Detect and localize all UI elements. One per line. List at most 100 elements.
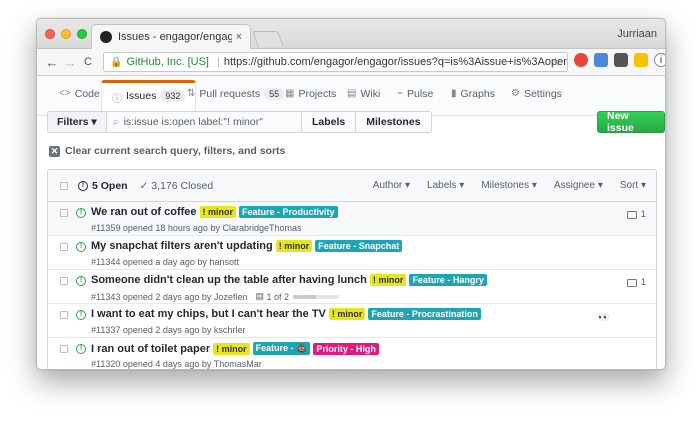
clear-filters-link[interactable]: ✕ Clear current search query, filters, a…	[49, 145, 285, 157]
issue-label[interactable]: ! minor	[369, 274, 407, 286]
tab-graphs[interactable]: ▮ Graphs	[451, 88, 495, 116]
open-issue-icon: !	[76, 344, 86, 354]
issue-title[interactable]: We ran out of coffee	[91, 206, 197, 218]
checklist-icon: ▤	[255, 291, 267, 301]
reload-button[interactable]: C	[79, 56, 97, 68]
browser-tab[interactable]: Issues - engagor/engagor ×	[91, 24, 251, 49]
issue-row[interactable]: ! We ran out of coffee ! minor Feature -…	[48, 202, 656, 236]
info-extension-icon[interactable]: i	[654, 53, 665, 67]
open-issue-icon: !	[76, 242, 86, 252]
issue-label[interactable]: ! minor	[275, 240, 313, 252]
sort-filters: Author ▾ Labels ▾ Milestones ▾ Assignee …	[373, 180, 646, 191]
author-filter[interactable]: Author ▾	[373, 180, 410, 191]
window-controls	[45, 29, 87, 39]
issue-meta: #11337 opened 2 days ago by kschrler	[91, 325, 246, 335]
close-icon: ✕	[49, 145, 60, 157]
labels-button[interactable]: Labels	[301, 111, 357, 133]
browser-window: Issues - engagor/engagor × Jurriaan ← → …	[36, 18, 666, 370]
issue-checkbox[interactable]	[60, 345, 68, 353]
gear-icon: ⚙	[511, 88, 520, 99]
issue-row[interactable]: ! I want to eat my chips, but I can't he…	[48, 304, 656, 338]
pulse-icon: ⌁	[397, 88, 404, 99]
new-issue-button[interactable]: New issue	[597, 110, 665, 134]
extension-icons: i ⋮	[574, 53, 665, 67]
issue-icon: ⓘ	[112, 94, 122, 105]
new-tab-button[interactable]	[252, 31, 284, 47]
issue-label[interactable]: ! minor	[199, 206, 237, 218]
sort-filter[interactable]: Sort ▾	[620, 180, 646, 191]
issue-checkbox[interactable]	[60, 277, 68, 285]
issue-row[interactable]: ! I ran out of toilet paper ! minor Feat…	[48, 338, 656, 369]
url-text: https://github.com/engagor/engagor/issue…	[223, 56, 567, 68]
issue-checkbox[interactable]	[60, 243, 68, 251]
bookmark-star-icon[interactable]: ☆	[550, 55, 561, 69]
issue-label[interactable]: Feature - Hangry	[409, 274, 487, 286]
open-issue-icon: !	[76, 310, 86, 320]
progress-bar	[293, 294, 340, 299]
issue-row[interactable]: ! My snapchat filters aren't updating ! …	[48, 236, 656, 270]
maximize-window-button[interactable]	[77, 29, 87, 39]
comments-link[interactable]: 1	[626, 209, 646, 220]
issue-title[interactable]: Someone didn't clean up the table after …	[91, 274, 367, 286]
issue-label[interactable]: Feature - Procrastination	[368, 308, 481, 320]
progress-fill	[293, 294, 317, 299]
profile-name[interactable]: Jurriaan	[617, 28, 657, 40]
close-window-button[interactable]	[45, 29, 55, 39]
issue-row[interactable]: ! Someone didn't clean up the table afte…	[48, 270, 656, 304]
milestones-button[interactable]: Milestones	[356, 111, 432, 133]
task-progress: ▤ 1 of 2	[255, 291, 340, 302]
assignee-filter[interactable]: Assignee ▾	[554, 180, 603, 191]
back-button[interactable]: ←	[43, 55, 61, 70]
address-bar[interactable]: 🔒 GitHub, Inc. [US] | https://github.com…	[103, 52, 568, 72]
tab-strip: Issues - engagor/engagor × Jurriaan	[37, 19, 665, 49]
open-issues-link[interactable]: ! 5 Open	[78, 180, 128, 192]
book-icon: ▤	[347, 88, 357, 99]
issue-label[interactable]: Priority - High	[313, 342, 379, 355]
repo-nav: <> Code ⓘ Issues 932 ⇅ Pull requests 55 …	[37, 76, 665, 117]
assignee-avatar[interactable]: 👀	[598, 311, 610, 323]
tab-title: Issues - engagor/engagor	[118, 31, 232, 43]
issue-title[interactable]: I want to eat my chips, but I can't hear…	[91, 308, 326, 320]
code-icon: <>	[59, 88, 71, 99]
close-tab-icon[interactable]: ×	[236, 31, 242, 43]
open-issue-icon: !	[76, 208, 86, 218]
comments-link[interactable]: 1	[626, 277, 646, 288]
closed-issues-link[interactable]: ✓ 3,176 Closed	[140, 180, 214, 192]
labels-milestones-group: Labels Milestones	[301, 111, 432, 133]
lock-icon: 🔒	[110, 56, 123, 68]
project-icon: ▦	[285, 88, 295, 99]
issue-label[interactable]: Feature - 💩	[252, 342, 311, 355]
github-icon	[100, 31, 112, 43]
issue-label[interactable]: Feature - Productivity	[239, 206, 338, 218]
milestones-filter[interactable]: Milestones ▾	[481, 180, 537, 191]
note-extension-icon[interactable]	[634, 53, 648, 67]
issue-meta: #11344 opened a day ago by hansott	[91, 257, 239, 267]
issue-title[interactable]: I ran out of toilet paper	[91, 343, 210, 355]
issues-search-input[interactable]: ⌕ is:issue is:open label:"! minor"	[106, 111, 307, 133]
issue-checkbox[interactable]	[60, 209, 68, 217]
issues-count: 932	[160, 90, 186, 102]
graph-icon: ▮	[451, 88, 457, 99]
security-label: GitHub, Inc. [US]	[126, 56, 209, 68]
pull-request-icon: ⇅	[187, 88, 196, 99]
issue-label[interactable]: Feature - Snapchat	[315, 240, 403, 252]
eyedropper-extension-icon[interactable]	[614, 53, 628, 67]
pull-requests-count: 55	[264, 88, 285, 100]
minimize-window-button[interactable]	[61, 29, 71, 39]
issue-label[interactable]: ! minor	[213, 342, 250, 355]
issue-title[interactable]: My snapchat filters aren't updating	[91, 240, 273, 252]
issue-meta: #11343 opened 2 days ago by Jozefien ▤ 1…	[91, 291, 340, 302]
forward-button[interactable]: →	[61, 55, 79, 70]
issues-list-header: ! 5 Open ✓ 3,176 Closed Author ▾ Labels …	[48, 170, 656, 202]
labels-filter[interactable]: Labels ▾	[427, 180, 464, 191]
issue-meta: #11320 opened 4 days ago by ThomasMar	[91, 359, 262, 369]
issue-meta: #11359 opened 18 hours ago by Clarabridg…	[91, 223, 302, 233]
issues-list: ! 5 Open ✓ 3,176 Closed Author ▾ Labels …	[47, 169, 657, 369]
filters-dropdown[interactable]: Filters ▾	[47, 111, 107, 133]
chrome-extension-icon[interactable]	[574, 53, 588, 67]
calendar-extension-icon[interactable]	[594, 53, 608, 67]
tab-settings[interactable]: ⚙ Settings	[511, 88, 562, 116]
issue-label[interactable]: ! minor	[328, 308, 366, 320]
issue-checkbox[interactable]	[60, 311, 68, 319]
select-all-checkbox[interactable]	[60, 181, 68, 190]
